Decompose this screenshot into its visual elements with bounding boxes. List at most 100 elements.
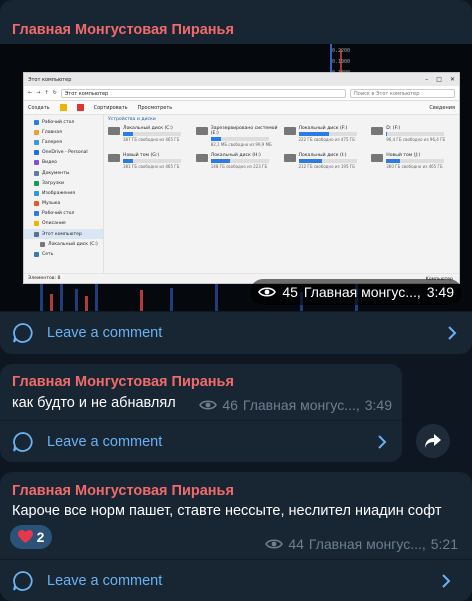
post-time: 5:21 bbox=[430, 536, 458, 552]
explorer-sidebar: Рабочий стол Главная Галерея OneDrive - … bbox=[24, 115, 104, 273]
author-name[interactable]: Главная Монгустовая Пиранья bbox=[12, 483, 234, 499]
post-meta: 45 Главная монгус..., 3:49 bbox=[250, 279, 462, 305]
drive-usage-bar bbox=[123, 159, 181, 163]
heart-reaction-button[interactable]: 2 bbox=[10, 525, 52, 549]
drive-name: Зарезервировано системой (E:) bbox=[210, 126, 278, 136]
message-text: как будто и не абнавлял bbox=[12, 395, 176, 411]
attached-screenshot[interactable]: 0.2200 0.1900 0.1800 Этот компьютер –□✕ … bbox=[0, 44, 472, 311]
post-signature: Главная монгус..., bbox=[308, 536, 426, 552]
video-icon bbox=[34, 160, 39, 166]
drive-free-space: 387 ГБ свободно из 465 ГБ bbox=[123, 137, 180, 142]
drive-icon bbox=[195, 127, 208, 135]
leave-comment-row[interactable]: Leave a comment bbox=[0, 559, 472, 601]
explorer-search: Поиск в Этот компьютер bbox=[350, 88, 455, 98]
explorer-window: Этот компьютер – □ ✕ ← → ↑ ↻ Этот компьюте… bbox=[23, 72, 460, 284]
toolbar-details: Сведения bbox=[429, 104, 455, 111]
message-text: Кароче все норм пашет, ставте нессыте, н… bbox=[12, 503, 442, 519]
drive-free-space: 360 ГБ свободно из 465 ГБ bbox=[386, 164, 443, 169]
folder-icon bbox=[34, 221, 39, 227]
window-controls: – □ ✕ bbox=[425, 76, 455, 83]
message-post-1: Главная Монгустовая Пиранья 0.2200 0.190… bbox=[0, 0, 472, 354]
post-meta: 46 Главная монгус..., 3:49 bbox=[199, 397, 392, 413]
drive-free-space: 82,1 МБ свободно из 99,9 МБ bbox=[210, 142, 272, 147]
comment-bubble-icon bbox=[13, 570, 33, 591]
delete-icon bbox=[76, 104, 84, 111]
author-name[interactable]: Главная Монгустовая Пиранья bbox=[12, 22, 234, 38]
author-name[interactable]: Главная Монгустовая Пиранья bbox=[12, 374, 234, 390]
downloads-icon bbox=[34, 180, 39, 186]
post-meta: 44 Главная монгус..., 5:21 bbox=[265, 536, 458, 552]
price-tick: 0.1900 bbox=[331, 59, 350, 65]
drive-name: Локальный диск (H:) bbox=[210, 153, 261, 158]
sidebar-item: Документы bbox=[24, 168, 103, 178]
maximize-icon: □ bbox=[436, 76, 442, 83]
up-arrow-icon: ↑ bbox=[44, 90, 49, 96]
drive-usage-bar bbox=[386, 159, 445, 163]
drive-free-space: 148 ГБ свободно из 223 ГБ bbox=[210, 164, 268, 169]
sidebar-item: Локальный диск (C:) bbox=[24, 239, 103, 249]
explorer-titlebar: Этот компьютер – □ ✕ bbox=[24, 73, 459, 86]
eye-icon bbox=[199, 400, 218, 410]
toolbar-create: Создать bbox=[28, 104, 50, 111]
eye-icon bbox=[265, 539, 284, 549]
message-post-3: Главная Монгустовая Пиранья Кароче все н… bbox=[0, 472, 472, 601]
drive-tile: Новый том (G:) 381 ГБ свободно из 465 ГБ bbox=[108, 153, 192, 169]
share-button[interactable] bbox=[416, 424, 450, 458]
desktop-icon bbox=[34, 119, 39, 125]
drive-tile: Локальный диск (H:) 148 ГБ свободно из 22… bbox=[195, 153, 280, 169]
drive-tile: Зарезервировано системой (E:) 82,1 МБ сво… bbox=[195, 126, 280, 147]
drive-free-space: 212 ГБ свободно из 195 ГБ bbox=[298, 164, 355, 169]
drive-icon bbox=[195, 154, 208, 162]
documents-icon bbox=[34, 170, 39, 176]
drive-name: Локальный диск (I:) bbox=[298, 153, 347, 158]
drive-usage-bar bbox=[386, 132, 445, 136]
sidebar-item: Рабочий стол bbox=[24, 117, 103, 127]
network-icon bbox=[34, 252, 39, 258]
view-count: 46 bbox=[222, 397, 238, 413]
explorer-addressbar: ← → ↑ ↻ Этот компьютер Поиск в Этот комп… bbox=[24, 86, 459, 101]
toolbar-sort: Сортировать bbox=[93, 104, 128, 111]
drive-icon bbox=[371, 127, 384, 135]
sidebar-item: Этот компьютер bbox=[24, 229, 103, 240]
explorer-toolbar: Создать Сортировать Просмотреть Сведения bbox=[24, 101, 459, 115]
chevron-right-icon bbox=[448, 326, 457, 340]
eye-icon bbox=[258, 287, 277, 297]
sidebar-item: Галерея bbox=[24, 137, 103, 147]
sidebar-item: Описание bbox=[24, 219, 103, 229]
drives-grid: Локальный диск (C:) 387 ГБ свободно из 46… bbox=[108, 126, 455, 169]
drive-name: Локальный диск (C:) bbox=[123, 126, 173, 131]
sidebar-item: Музыка bbox=[24, 199, 103, 209]
drive-icon bbox=[283, 127, 296, 135]
toolbar-view: Просмотреть bbox=[137, 104, 173, 111]
drive-usage-bar bbox=[298, 159, 357, 163]
drive-icon bbox=[108, 154, 120, 162]
home-icon bbox=[34, 129, 39, 135]
view-count: 45 bbox=[282, 284, 298, 300]
drive-usage-bar bbox=[210, 137, 269, 141]
message-post-2: Главная Монгустовая Пиранья как будто и … bbox=[0, 364, 402, 462]
post-time: 3:49 bbox=[426, 284, 454, 300]
sidebar-item: OneDrive - Personal bbox=[24, 148, 103, 158]
drive-usage-bar bbox=[210, 159, 269, 163]
sidebar-item: Рабочий стол bbox=[24, 209, 103, 219]
computer-icon bbox=[34, 231, 39, 237]
sidebar-item: Главная bbox=[24, 127, 103, 137]
view-count: 44 bbox=[288, 536, 304, 552]
drive-free-space: 381 ГБ свободно из 465 ГБ bbox=[123, 164, 180, 169]
drive-usage-bar bbox=[123, 132, 181, 136]
drive-name: Новый том (G:) bbox=[123, 153, 160, 158]
close-icon: ✕ bbox=[449, 76, 455, 83]
sidebar-item: Загрузки bbox=[24, 178, 103, 188]
back-arrow-icon: ← bbox=[28, 90, 33, 96]
drive-icon bbox=[371, 154, 384, 162]
comment-bubble-icon bbox=[13, 323, 33, 343]
minimize-icon: – bbox=[425, 76, 429, 83]
drive-icon bbox=[40, 241, 45, 247]
refresh-icon: ↻ bbox=[52, 90, 57, 96]
leave-comment-row[interactable]: Leave a comment bbox=[0, 420, 402, 462]
drive-icon bbox=[108, 127, 120, 135]
drive-tile: Локальный диск (C:) 387 ГБ свободно из 46… bbox=[108, 126, 192, 147]
address-path: Этот компьютер bbox=[60, 88, 346, 98]
gallery-icon bbox=[34, 139, 39, 145]
leave-comment-row[interactable]: Leave a comment bbox=[0, 311, 472, 354]
